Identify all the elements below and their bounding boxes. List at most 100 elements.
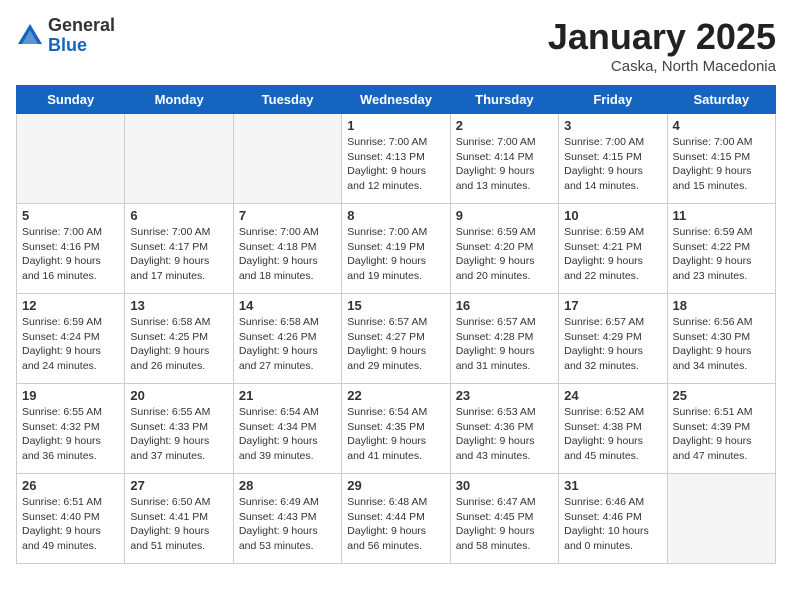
weekday-header-thursday: Thursday xyxy=(450,86,558,114)
day-detail: Sunrise: 7:00 AMSunset: 4:17 PMDaylight:… xyxy=(130,225,227,284)
day-detail: Sunrise: 6:59 AMSunset: 4:22 PMDaylight:… xyxy=(673,225,770,284)
calendar-cell: 3 Sunrise: 7:00 AMSunset: 4:15 PMDaylight… xyxy=(559,114,667,204)
weekday-header-saturday: Saturday xyxy=(667,86,775,114)
day-number: 15 xyxy=(347,298,444,313)
day-number: 5 xyxy=(22,208,119,223)
day-number: 12 xyxy=(22,298,119,313)
calendar-cell: 14 Sunrise: 6:58 AMSunset: 4:26 PMDayligh… xyxy=(233,294,341,384)
calendar-cell: 30 Sunrise: 6:47 AMSunset: 4:45 PMDayligh… xyxy=(450,474,558,564)
day-number: 16 xyxy=(456,298,553,313)
day-detail: Sunrise: 6:55 AMSunset: 4:33 PMDaylight:… xyxy=(130,405,227,464)
logo-icon xyxy=(16,22,44,50)
logo-text: General Blue xyxy=(48,16,115,56)
day-number: 31 xyxy=(564,478,661,493)
day-detail: Sunrise: 6:53 AMSunset: 4:36 PMDaylight:… xyxy=(456,405,553,464)
calendar-cell: 21 Sunrise: 6:54 AMSunset: 4:34 PMDayligh… xyxy=(233,384,341,474)
calendar-cell: 25 Sunrise: 6:51 AMSunset: 4:39 PMDayligh… xyxy=(667,384,775,474)
calendar-cell xyxy=(233,114,341,204)
calendar-cell: 1Sunrise: 7:00 AMSunset: 4:13 PMDaylight… xyxy=(342,114,450,204)
day-detail: Sunrise: 6:57 AMSunset: 4:29 PMDaylight:… xyxy=(564,315,661,374)
day-detail: Sunrise: 7:00 AMSunset: 4:15 PMDaylight:… xyxy=(564,135,661,194)
calendar-cell: 17 Sunrise: 6:57 AMSunset: 4:29 PMDayligh… xyxy=(559,294,667,384)
day-number: 8 xyxy=(347,208,444,223)
logo-general: General xyxy=(48,15,115,35)
day-detail: Sunrise: 6:46 AMSunset: 4:46 PMDaylight:… xyxy=(564,495,661,554)
day-number: 14 xyxy=(239,298,336,313)
day-number: 24 xyxy=(564,388,661,403)
calendar-cell: 16 Sunrise: 6:57 AMSunset: 4:28 PMDayligh… xyxy=(450,294,558,384)
day-detail: Sunrise: 6:56 AMSunset: 4:30 PMDaylight:… xyxy=(673,315,770,374)
day-number: 2 xyxy=(456,118,553,133)
weekday-header-sunday: Sunday xyxy=(17,86,125,114)
calendar-cell: 20 Sunrise: 6:55 AMSunset: 4:33 PMDayligh… xyxy=(125,384,233,474)
calendar-cell: 29 Sunrise: 6:48 AMSunset: 4:44 PMDayligh… xyxy=(342,474,450,564)
calendar-cell: 6 Sunrise: 7:00 AMSunset: 4:17 PMDaylight… xyxy=(125,204,233,294)
day-detail: Sunrise: 6:58 AMSunset: 4:25 PMDaylight:… xyxy=(130,315,227,374)
day-number: 20 xyxy=(130,388,227,403)
calendar-cell xyxy=(17,114,125,204)
day-detail: Sunrise: 6:59 AMSunset: 4:24 PMDaylight:… xyxy=(22,315,119,374)
day-number: 18 xyxy=(673,298,770,313)
day-detail: Sunrise: 6:58 AMSunset: 4:26 PMDaylight:… xyxy=(239,315,336,374)
day-detail: Sunrise: 7:00 AMSunset: 4:14 PMDaylight:… xyxy=(456,135,553,194)
weekday-header-wednesday: Wednesday xyxy=(342,86,450,114)
calendar-cell: 24 Sunrise: 6:52 AMSunset: 4:38 PMDayligh… xyxy=(559,384,667,474)
day-number: 27 xyxy=(130,478,227,493)
day-number: 19 xyxy=(22,388,119,403)
calendar-cell: 22 Sunrise: 6:54 AMSunset: 4:35 PMDayligh… xyxy=(342,384,450,474)
calendar-cell: 8 Sunrise: 7:00 AMSunset: 4:19 PMDaylight… xyxy=(342,204,450,294)
calendar-cell: 15Sunrise: 6:57 AMSunset: 4:27 PMDayligh… xyxy=(342,294,450,384)
calendar-cell: 7 Sunrise: 7:00 AMSunset: 4:18 PMDaylight… xyxy=(233,204,341,294)
logo: General Blue xyxy=(16,16,115,56)
calendar-cell: 13Sunrise: 6:58 AMSunset: 4:25 PMDayligh… xyxy=(125,294,233,384)
day-number: 26 xyxy=(22,478,119,493)
day-detail: Sunrise: 7:00 AMSunset: 4:16 PMDaylight:… xyxy=(22,225,119,284)
day-number: 17 xyxy=(564,298,661,313)
title-area: January 2025 Caska, North Macedonia xyxy=(548,16,776,75)
day-detail: Sunrise: 6:51 AMSunset: 4:39 PMDaylight:… xyxy=(673,405,770,464)
day-number: 10 xyxy=(564,208,661,223)
day-number: 7 xyxy=(239,208,336,223)
calendar-cell: 27 Sunrise: 6:50 AMSunset: 4:41 PMDayligh… xyxy=(125,474,233,564)
calendar-cell xyxy=(125,114,233,204)
calendar-cell: 11Sunrise: 6:59 AMSunset: 4:22 PMDayligh… xyxy=(667,204,775,294)
calendar-cell: 28Sunrise: 6:49 AMSunset: 4:43 PMDayligh… xyxy=(233,474,341,564)
weekday-header-friday: Friday xyxy=(559,86,667,114)
calendar-cell: 31 Sunrise: 6:46 AMSunset: 4:46 PMDayligh… xyxy=(559,474,667,564)
day-number: 28 xyxy=(239,478,336,493)
day-detail: Sunrise: 6:59 AMSunset: 4:21 PMDaylight:… xyxy=(564,225,661,284)
calendar-cell: 12 Sunrise: 6:59 AMSunset: 4:24 PMDayligh… xyxy=(17,294,125,384)
day-detail: Sunrise: 6:54 AMSunset: 4:34 PMDaylight:… xyxy=(239,405,336,464)
day-number: 3 xyxy=(564,118,661,133)
header: General Blue January 2025 Caska, North M… xyxy=(16,16,776,75)
day-number: 6 xyxy=(130,208,227,223)
calendar-cell: 4 Sunrise: 7:00 AMSunset: 4:15 PMDaylight… xyxy=(667,114,775,204)
day-number: 23 xyxy=(456,388,553,403)
day-number: 9 xyxy=(456,208,553,223)
day-detail: Sunrise: 6:51 AMSunset: 4:40 PMDaylight:… xyxy=(22,495,119,554)
calendar-cell: 18 Sunrise: 6:56 AMSunset: 4:30 PMDayligh… xyxy=(667,294,775,384)
day-detail: Sunrise: 6:50 AMSunset: 4:41 PMDaylight:… xyxy=(130,495,227,554)
calendar-cell: 19 Sunrise: 6:55 AMSunset: 4:32 PMDayligh… xyxy=(17,384,125,474)
day-detail: Sunrise: 7:00 AMSunset: 4:15 PMDaylight:… xyxy=(673,135,770,194)
day-detail: Sunrise: 6:59 AMSunset: 4:20 PMDaylight:… xyxy=(456,225,553,284)
day-detail: Sunrise: 6:47 AMSunset: 4:45 PMDaylight:… xyxy=(456,495,553,554)
day-detail: Sunrise: 7:00 AMSunset: 4:19 PMDaylight:… xyxy=(347,225,444,284)
day-detail: Sunrise: 6:48 AMSunset: 4:44 PMDaylight:… xyxy=(347,495,444,554)
calendar-cell: 23 Sunrise: 6:53 AMSunset: 4:36 PMDayligh… xyxy=(450,384,558,474)
day-number: 4 xyxy=(673,118,770,133)
day-detail: Sunrise: 6:54 AMSunset: 4:35 PMDaylight:… xyxy=(347,405,444,464)
day-detail: Sunrise: 6:55 AMSunset: 4:32 PMDaylight:… xyxy=(22,405,119,464)
day-number: 21 xyxy=(239,388,336,403)
day-detail: Sunrise: 6:52 AMSunset: 4:38 PMDaylight:… xyxy=(564,405,661,464)
day-number: 29 xyxy=(347,478,444,493)
calendar: SundayMondayTuesdayWednesdayThursdayFrid… xyxy=(16,85,776,564)
day-number: 22 xyxy=(347,388,444,403)
calendar-cell: 10 Sunrise: 6:59 AMSunset: 4:21 PMDayligh… xyxy=(559,204,667,294)
day-number: 25 xyxy=(673,388,770,403)
calendar-cell: 26 Sunrise: 6:51 AMSunset: 4:40 PMDayligh… xyxy=(17,474,125,564)
day-number: 30 xyxy=(456,478,553,493)
location: Caska, North Macedonia xyxy=(548,58,776,75)
day-detail: Sunrise: 7:00 AMSunset: 4:18 PMDaylight:… xyxy=(239,225,336,284)
day-detail: Sunrise: 6:57 AMSunset: 4:28 PMDaylight:… xyxy=(456,315,553,374)
